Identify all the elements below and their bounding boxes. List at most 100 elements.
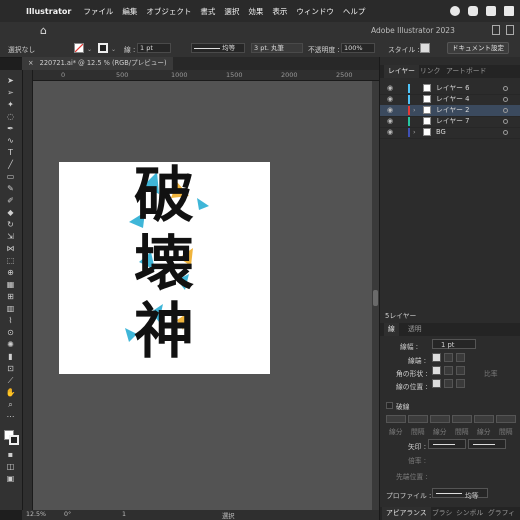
menu-view[interactable]: 表示 [272,6,287,17]
perspective-grid-tool-icon[interactable]: ▦ [4,280,17,290]
stroke-weight-field[interactable]: 1 pt [137,43,171,53]
eraser-tool-icon[interactable]: ◆ [4,208,17,218]
stroke-weight-field[interactable]: 1 pt [432,339,476,349]
rotate-tool-icon[interactable]: ↻ [4,220,17,230]
visibility-eye-icon[interactable]: ◉ [387,94,393,105]
butt-cap-button[interactable] [432,353,441,362]
direct-selection-tool-icon[interactable]: ➢ [4,88,17,98]
menu-edit[interactable]: 編集 [122,6,137,17]
tab-stroke[interactable]: 線 [384,323,399,336]
opacity-field[interactable]: 100% [341,43,375,53]
status-dropbox-icon[interactable] [504,6,514,16]
rectangle-tool-icon[interactable]: ▭ [4,172,17,182]
projecting-cap-button[interactable] [456,353,465,362]
screen-mode-icon[interactable]: ▣ [4,474,17,484]
end-arrowhead-select[interactable] [468,439,506,449]
layer-name[interactable]: レイヤー 4 [436,94,469,105]
bevel-join-button[interactable] [456,366,465,375]
menu-app-name[interactable]: Illustrator [26,7,71,16]
dash-field[interactable] [474,415,494,423]
document-setup-button[interactable]: ドキュメント設定 [447,42,509,54]
target-circle-icon[interactable] [503,119,508,124]
selection-tool-icon[interactable]: ➤ [4,76,17,86]
draw-mode-icon[interactable]: ◫ [4,462,17,472]
type-tool-icon[interactable]: T [4,148,17,158]
target-circle-icon[interactable] [503,108,508,113]
align-center-button[interactable] [432,379,441,388]
apple-icon[interactable] [6,5,16,17]
target-circle-icon[interactable] [503,130,508,135]
round-join-button[interactable] [444,366,453,375]
tab-appearance[interactable]: アピアランス [382,507,431,520]
artboard-tool-icon[interactable]: ⊡ [4,364,17,374]
status-cloud-icon[interactable] [486,6,496,16]
gap-field[interactable] [496,415,516,423]
zoom-field[interactable]: 12.5% [26,511,46,518]
expand-chevron-icon[interactable]: › [413,127,416,138]
menu-window[interactable]: ウィンドウ [296,6,334,17]
paintbrush-tool-icon[interactable]: ✎ [4,184,17,194]
vertical-ruler[interactable] [22,70,33,510]
horizontal-ruler[interactable]: 0 500 1000 1500 2000 2500 [32,70,379,81]
gap-field[interactable] [452,415,472,423]
width-tool-icon[interactable]: ⋈ [4,244,17,254]
visibility-eye-icon[interactable]: ◉ [387,127,393,138]
stroke-color-icon[interactable] [9,435,19,445]
slice-tool-icon[interactable]: ⟋ [4,376,17,386]
target-circle-icon[interactable] [503,97,508,102]
stroke-dropdown-icon[interactable]: ⌄ [111,46,116,53]
visibility-eye-icon[interactable]: ◉ [387,105,393,116]
layer-name[interactable]: レイヤー 7 [436,116,469,127]
scale-tool-icon[interactable]: ⇲ [4,232,17,242]
layer-row[interactable]: ◉ › BG [380,127,520,139]
menu-object[interactable]: オブジェクト [146,6,191,17]
tab-links[interactable]: リンク [416,65,444,78]
layer-name[interactable]: レイヤー 2 [436,105,469,116]
layer-name[interactable]: レイヤー 6 [436,83,469,94]
visibility-eye-icon[interactable]: ◉ [387,83,393,94]
tab-graphic-styles[interactable]: グラフィ [484,507,519,520]
menu-file[interactable]: ファイル [83,6,113,17]
tab-close-icon[interactable]: × [28,59,34,67]
gradient-tool-icon[interactable]: ▥ [4,304,17,314]
miter-join-button[interactable] [432,366,441,375]
workspace-icon[interactable] [506,25,514,35]
blend-tool-icon[interactable]: ⊙ [4,328,17,338]
stroke-swatch[interactable] [98,43,108,53]
share-icon[interactable] [492,25,500,35]
free-transform-tool-icon[interactable]: ⬚ [4,256,17,266]
menu-help[interactable]: ヘルプ [343,6,366,17]
magic-wand-tool-icon[interactable]: ✦ [4,100,17,110]
round-cap-button[interactable] [444,353,453,362]
lasso-tool-icon[interactable]: ◌ [4,112,17,122]
tab-transparency[interactable]: 透明 [404,323,426,336]
eyedropper-tool-icon[interactable]: ⌇ [4,316,17,326]
symbol-sprayer-tool-icon[interactable]: ✺ [4,340,17,350]
menu-type[interactable]: 書式 [200,6,215,17]
align-inside-button[interactable] [444,379,453,388]
artboard[interactable]: 破 壊 神 [59,162,270,374]
tab-layers[interactable]: レイヤー [384,65,419,78]
gap-field[interactable] [408,415,428,423]
pen-tool-icon[interactable]: ✒ [4,124,17,134]
graph-tool-icon[interactable]: ▮ [4,352,17,362]
status-record-icon[interactable] [450,6,460,16]
shaper-tool-icon[interactable]: ✐ [4,196,17,206]
scrollbar-thumb[interactable] [373,290,378,306]
document-tab[interactable]: × 220721.ai* @ 12.5 % (RGB/プレビュー) [22,57,173,70]
start-arrowhead-select[interactable] [428,439,466,449]
dash-field[interactable] [386,415,406,423]
graphic-style-swatch[interactable] [420,43,430,53]
menu-effect[interactable]: 効果 [248,6,263,17]
variable-width-profile-select[interactable]: 均等 [191,43,245,53]
dash-field[interactable] [430,415,450,423]
layer-name[interactable]: BG [436,127,446,138]
expand-chevron-icon[interactable]: › [413,105,416,116]
brush-definition-select[interactable]: 3 pt. 丸筆 [251,43,303,53]
menu-select[interactable]: 選択 [224,6,239,17]
rotation-field[interactable]: 0° [64,511,71,518]
artboard-navigation[interactable]: 1 [122,511,126,518]
shape-builder-tool-icon[interactable]: ⊕ [4,268,17,278]
curvature-tool-icon[interactable]: ∿ [4,136,17,146]
mesh-tool-icon[interactable]: ⊞ [4,292,17,302]
